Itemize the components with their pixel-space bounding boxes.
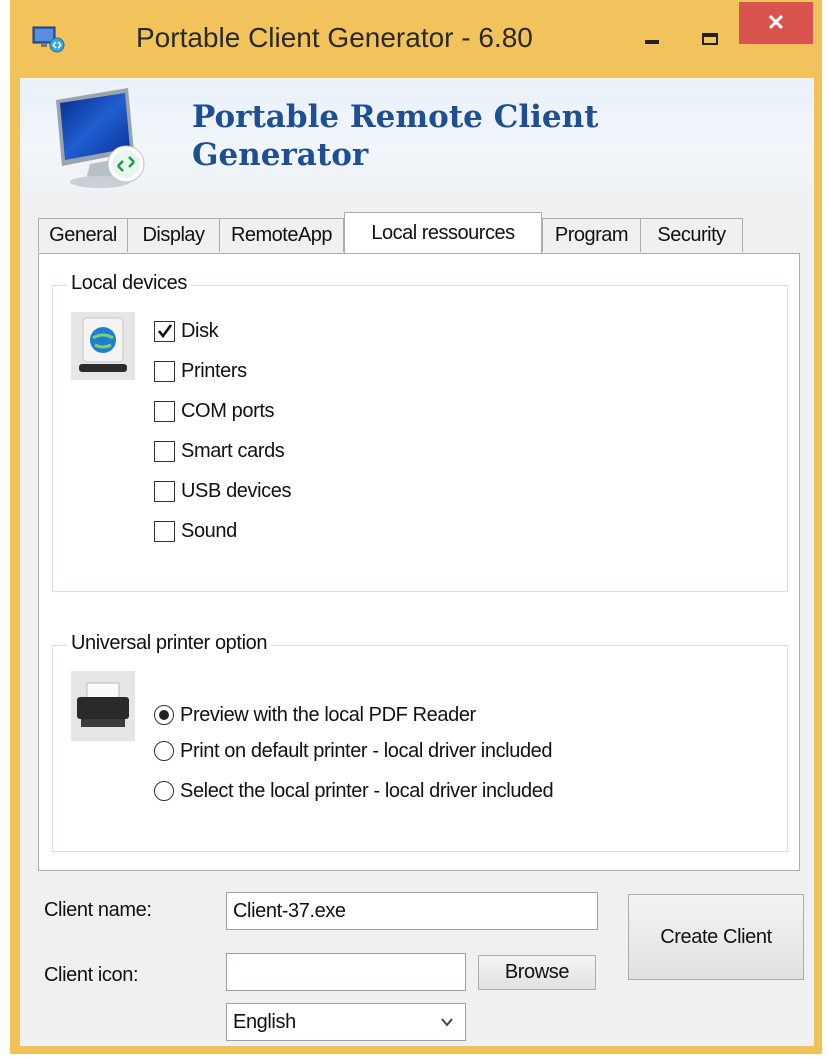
tab-local-ressources[interactable]: Local ressources [344,212,542,253]
local-devices-label: Local devices [67,272,191,295]
radio-label: Print on default printer - local driver … [180,739,553,762]
app-window: Portable Client Generator - 6.80 ✕ Porta… [10,0,822,1054]
browse-button[interactable]: Browse [478,955,596,990]
checkbox-com-ports[interactable]: COM ports [154,396,274,426]
client-name-label: Client name: [44,899,152,921]
radio-button[interactable] [154,781,174,801]
checkbox-box[interactable] [154,360,175,382]
radio-select-local[interactable]: Select the local printer - local driver … [154,776,554,806]
close-icon: ✕ [766,10,786,35]
maximize-icon [702,33,718,45]
checkbox-sound[interactable]: Sound [154,516,237,546]
checkbox-box[interactable] [154,520,175,542]
minimize-icon [645,40,659,44]
checkbox-label: USB devices [181,479,292,502]
radio-preview-pdf[interactable]: Preview with the local PDF Reader [154,700,476,730]
chevron-down-icon [441,1018,453,1027]
client-icon-input[interactable] [226,953,466,991]
banner-title-line2: Generator [192,137,369,173]
tab-security[interactable]: Security [640,218,743,252]
radio-button[interactable] [154,741,174,761]
tab-program[interactable]: Program [542,218,641,252]
radio-print-default[interactable]: Print on default printer - local driver … [154,736,553,766]
tab-general[interactable]: General [38,218,128,252]
checkbox-printers[interactable]: Printers [154,356,247,386]
printer-icon [71,671,135,741]
close-button[interactable]: ✕ [739,2,813,44]
client-area: Portable Remote Client Generator General… [20,78,814,1046]
language-select[interactable]: English [226,1003,466,1041]
tab-display[interactable]: Display [127,218,220,252]
checkbox-usb-devices[interactable]: USB devices [154,476,291,506]
create-client-button[interactable]: Create Client [628,894,804,980]
client-name-input[interactable]: Client-37.exe [226,892,598,930]
checkbox-label: Disk [181,319,219,342]
checkbox-box[interactable] [154,440,175,462]
tab-panel-local-ressources: Local devices Disk Printers COM ports Sm… [38,253,800,871]
language-value: English [233,1011,296,1033]
checkbox-label: Smart cards [181,439,285,462]
banner-title-line1: Portable Remote Client [192,99,599,135]
checkbox-box[interactable] [154,320,175,342]
radio-label: Preview with the local PDF Reader [180,703,476,726]
universal-printer-label: Universal printer option [67,632,272,655]
remote-desktop-icon[interactable] [32,25,66,53]
minimize-button[interactable] [632,22,672,56]
window-title: Portable Client Generator - 6.80 [136,22,533,53]
radio-label: Select the local printer - local driver … [180,779,554,802]
checkbox-label: Sound [181,519,237,542]
checkbox-label: COM ports [181,399,275,422]
maximize-button[interactable] [690,22,730,56]
header-banner: Portable Remote Client Generator [20,78,814,198]
title-bar[interactable]: Portable Client Generator - 6.80 ✕ [10,0,822,78]
checkbox-disk[interactable]: Disk [154,316,219,346]
checkbox-box[interactable] [154,480,175,502]
tab-remoteapp[interactable]: RemoteApp [219,218,344,252]
radio-button[interactable] [154,705,174,725]
checkbox-smart-cards[interactable]: Smart cards [154,436,285,466]
local-devices-group: Local devices Disk Printers COM ports Sm… [52,272,788,592]
tab-strip: General Display RemoteApp Local ressourc… [38,212,798,254]
client-icon-label: Client icon: [44,964,139,986]
remote-desktop-monitor-icon [56,88,145,188]
network-drive-icon [71,312,135,380]
universal-printer-group: Universal printer option Preview with th… [52,632,788,852]
banner-title: Portable Remote Client Generator [192,98,712,174]
checkbox-box[interactable] [154,400,175,422]
checkbox-label: Printers [181,359,247,382]
